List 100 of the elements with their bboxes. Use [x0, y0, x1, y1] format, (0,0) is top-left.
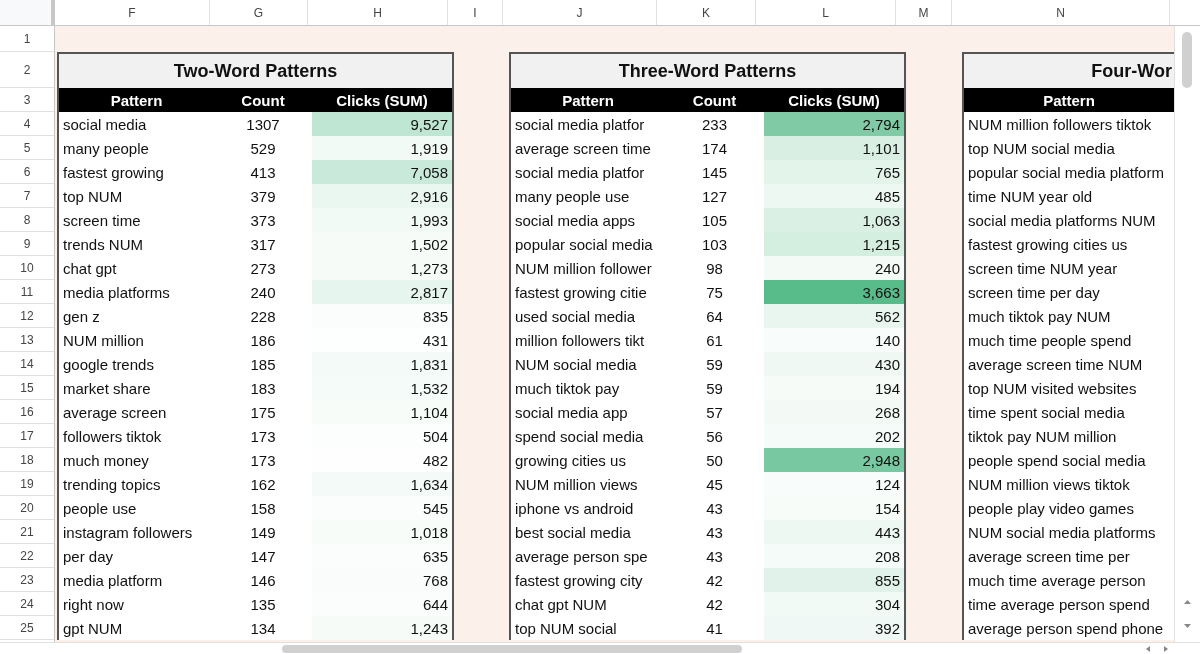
down-arrow-icon[interactable] [1183, 622, 1192, 630]
column-letter[interactable]: F [55, 0, 210, 25]
row-number[interactable]: 18 [0, 448, 54, 472]
row-number[interactable]: 1 [0, 26, 54, 52]
row-number[interactable]: 24 [0, 592, 54, 616]
table-cell-text: average person spe [514, 546, 649, 567]
row-number[interactable]: 14 [0, 352, 54, 376]
table-cell-text: time average person spend [967, 594, 1151, 615]
table-cell-text: average screen time [514, 138, 652, 159]
table-cell-text: time NUM year old [967, 186, 1094, 207]
table-cell-text: google trends [62, 354, 155, 375]
table-cell-text: 43 [705, 522, 724, 543]
table-title: Three-Word Patterns [511, 54, 904, 88]
table-cell-text: many people use [514, 186, 631, 207]
row-number[interactable]: 7 [0, 184, 54, 208]
row-number[interactable]: 21 [0, 520, 54, 544]
table-cell-text: screen time per day [967, 282, 1101, 303]
table-cell-text: right now [62, 594, 125, 615]
table-cell-text: many people [62, 138, 150, 159]
row-number[interactable]: 13 [0, 328, 54, 352]
row-number[interactable]: 5 [0, 136, 54, 160]
row-number[interactable]: 17 [0, 424, 54, 448]
table-cell-text: 135 [249, 594, 277, 615]
table-cell-text: NUM million follower [514, 258, 653, 279]
table-cell-text: trends NUM [62, 234, 145, 255]
row-number[interactable]: 2 [0, 52, 54, 88]
row-number[interactable]: 15 [0, 376, 54, 400]
scrollbar-thumb[interactable] [1182, 32, 1192, 88]
table-cell-text: 373 [249, 210, 277, 231]
table-cell-text: NUM social media platforms [967, 522, 1157, 543]
row-number[interactable]: 19 [0, 472, 54, 496]
table-cell-text: top NUM social media [967, 138, 1116, 159]
row-number[interactable]: 11 [0, 280, 54, 304]
column-letter[interactable]: H [308, 0, 448, 25]
table-cell-text: social media [62, 114, 148, 135]
column-letter[interactable]: J [503, 0, 657, 25]
table-cell-text: top NUM visited websites [967, 378, 1138, 399]
table-cell-text: 1307 [245, 114, 281, 135]
table-cell-text: average screen [62, 402, 168, 423]
table-cell-text: 56 [705, 426, 724, 447]
table-cell: 202 [764, 424, 904, 448]
column-letter[interactable]: K [657, 0, 756, 25]
table-cell-text: 98 [705, 258, 724, 279]
table-cell-text: fastest growing cities us [967, 234, 1129, 255]
row-number[interactable]: 22 [0, 544, 54, 568]
right-arrow-icon[interactable] [1162, 645, 1170, 653]
table-cell-text: used social media [514, 306, 637, 327]
table-cell-text: 43 [705, 546, 724, 567]
table-cell-text: 185 [249, 354, 277, 375]
row-number[interactable]: 3 [0, 88, 54, 112]
row-number[interactable]: 10 [0, 256, 54, 280]
table-cell-text: media platform [62, 570, 164, 591]
up-arrow-icon[interactable] [1183, 598, 1192, 606]
scrollbar-thumb[interactable] [282, 645, 742, 653]
table-cell-text: top NUM [62, 186, 124, 207]
row-number[interactable]: 8 [0, 208, 54, 232]
table-cell: 835 [312, 304, 452, 328]
table-cell-text: 186 [249, 330, 277, 351]
table-cell-text: 50 [705, 450, 724, 471]
table-cell-text: top NUM social [514, 618, 618, 639]
table-cell-text: much money [62, 450, 150, 471]
table-cell-text: NUM million followers tiktok [967, 114, 1153, 135]
table-cell-text: instagram followers [62, 522, 194, 543]
table-cell-text: 59 [705, 354, 724, 375]
column-letter[interactable]: G [210, 0, 308, 25]
table-cell-text: social media platforms NUM [967, 210, 1157, 231]
row-number[interactable]: 9 [0, 232, 54, 256]
column-letter[interactable]: M [896, 0, 952, 25]
table-cell-text: 57 [705, 402, 724, 423]
table-cell-text: chat gpt [62, 258, 118, 279]
column-letter[interactable]: L [756, 0, 896, 25]
table-cell-text: 41 [705, 618, 724, 639]
row-number[interactable]: 4 [0, 112, 54, 136]
table-cell-text: 42 [705, 594, 724, 615]
column-letter[interactable]: N [952, 0, 1170, 25]
table-cell-text: 529 [249, 138, 277, 159]
table-cell-text: 43 [705, 498, 724, 519]
row-number[interactable]: 6 [0, 160, 54, 184]
row-number[interactable]: 12 [0, 304, 54, 328]
table-cell-text: NUM million views [514, 474, 639, 495]
row-number[interactable]: 25 [0, 616, 54, 640]
table-cell-text: spend social media [514, 426, 645, 447]
table-cell-text: average screen time per [967, 546, 1131, 567]
column-letter[interactable]: I [448, 0, 503, 25]
table-cell: 1,634 [312, 472, 452, 496]
table-cell-text: followers tiktok [62, 426, 163, 447]
table-cell-text: 145 [701, 162, 728, 183]
table-cell-text: tiktok pay NUM million [967, 426, 1118, 447]
row-number[interactable]: 20 [0, 496, 54, 520]
row-number[interactable]: 16 [0, 400, 54, 424]
left-arrow-icon[interactable] [1144, 645, 1152, 653]
row-number[interactable]: 23 [0, 568, 54, 592]
table-cell-text: market share [62, 378, 152, 399]
table-cell: 154 [764, 496, 904, 520]
table-cell-text: iphone vs android [514, 498, 635, 519]
table-cell: 1,993 [312, 208, 452, 232]
table-cell-text: 134 [249, 618, 277, 639]
table-cell: 1,273 [312, 256, 452, 280]
table-cell-text: average person spend phone [967, 618, 1165, 639]
table-cell-text: fastest growing citie [514, 282, 648, 303]
